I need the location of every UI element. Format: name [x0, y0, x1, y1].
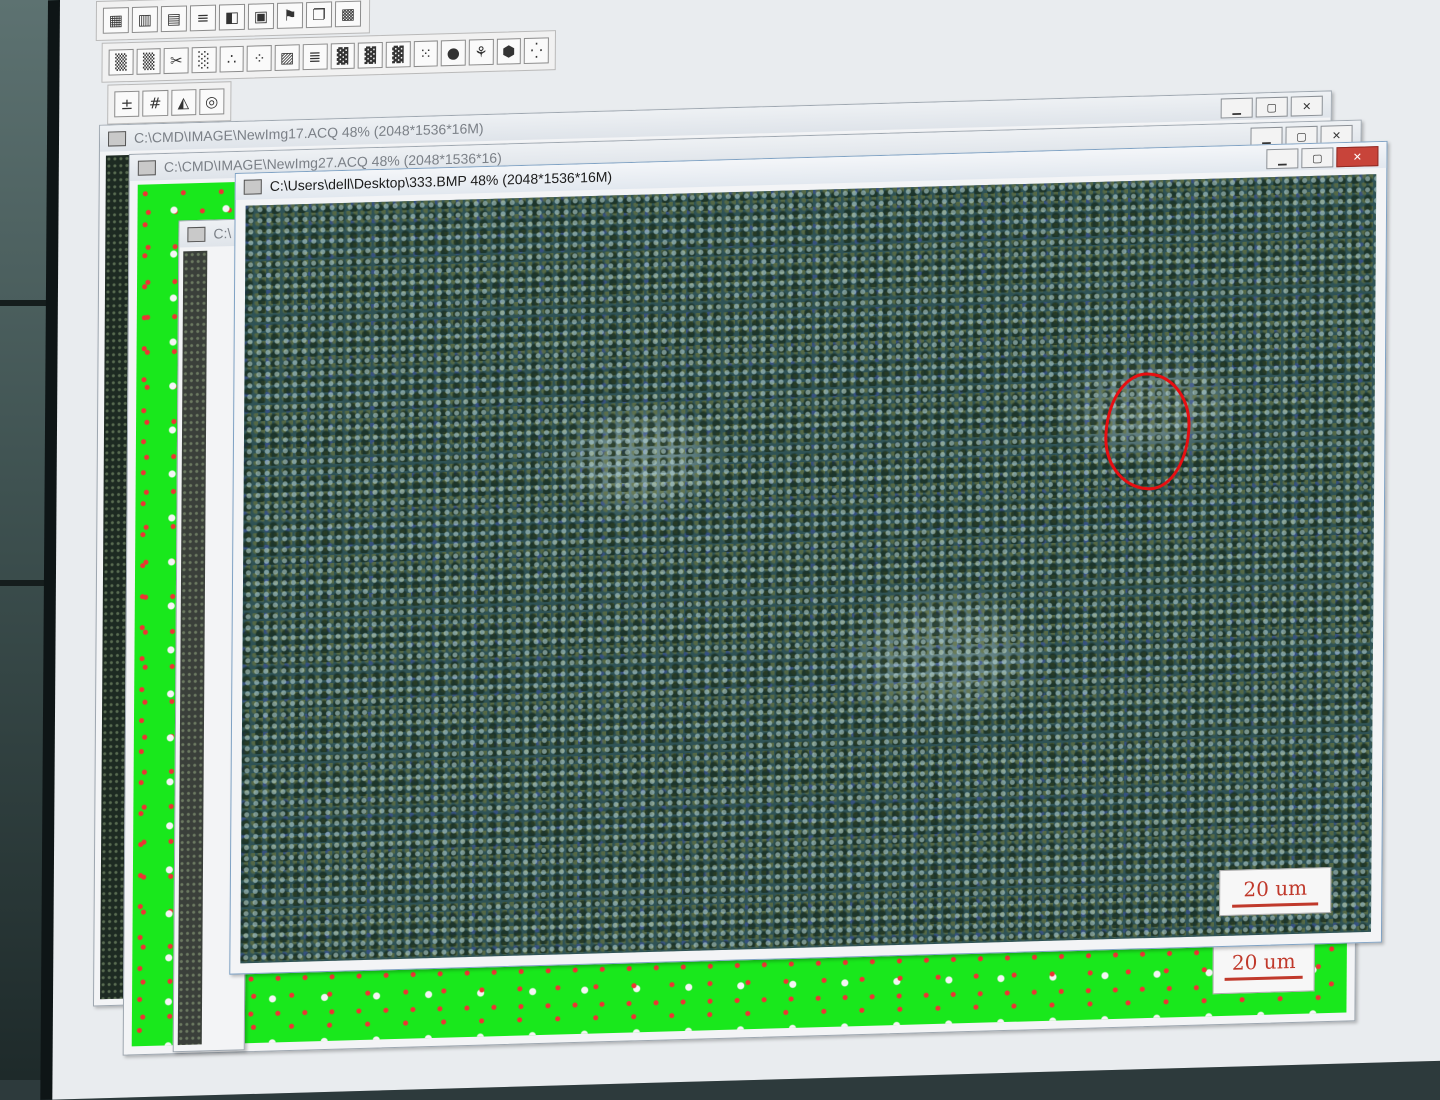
bars-icon[interactable]: ▥	[131, 6, 158, 33]
scale-bar-line	[1232, 902, 1319, 908]
report-icon[interactable]: ◎	[199, 88, 225, 116]
grain-icon[interactable]: ▒	[108, 48, 134, 76]
image-window-333[interactable]: C:\Users\dell\Desktop\333.BMP 48% (2048*…	[229, 140, 1388, 975]
annotation-circle	[1103, 371, 1191, 492]
noise-icon[interactable]: ▓	[385, 41, 411, 68]
camera-icon	[137, 159, 156, 176]
noise-icon[interactable]: ▓	[357, 41, 383, 69]
histogram-icon[interactable]: ▤	[160, 5, 188, 33]
color-map-icon[interactable]: ▨	[274, 44, 300, 71]
chart-icon[interactable]: ▦	[102, 7, 129, 34]
scale-bar-line	[1224, 975, 1303, 981]
scale-bar-label: 20 um	[1231, 948, 1296, 975]
mask-icon[interactable]: ✂	[163, 47, 189, 75]
minimize-button[interactable]: ▁	[1266, 148, 1299, 170]
grid-icon[interactable]: #	[142, 89, 168, 117]
camera-icon	[187, 226, 206, 242]
scale-bar: 20 um	[1219, 866, 1332, 917]
grain-icon[interactable]: ▒	[136, 48, 162, 75]
scatter-icon[interactable]: ⁙	[413, 40, 439, 68]
noise-icon[interactable]: ▓	[330, 42, 356, 70]
palette-icon[interactable]: ▩	[334, 0, 362, 28]
branch-icon[interactable]: ⚘	[468, 38, 494, 66]
points-icon[interactable]: ⁛	[524, 37, 549, 65]
toolbar-row-1: ▦ ▥ ▤ ≡ ◧ ▣ ⚑ ❐ ▩	[95, 0, 371, 41]
close-button[interactable]: ✕	[1290, 95, 1323, 117]
cell-icon[interactable]: ⬢	[496, 38, 522, 65]
close-button[interactable]: ✕	[1336, 146, 1379, 168]
levels-icon[interactable]: ≡	[189, 4, 217, 32]
window-title: C:\Users\dell\Desktop\333.BMP 48% (2048*…	[269, 168, 613, 195]
dots-icon[interactable]: ∴	[219, 45, 245, 73]
particles-icon[interactable]: ⁘	[247, 45, 272, 72]
stack-icon[interactable]: ❐	[305, 1, 333, 29]
toolbar-row-3: ± # ◭ ◎	[107, 81, 232, 125]
monitor-screen: ▦ ▥ ▤ ≡ ◧ ▣ ⚑ ❐ ▩ ▒ ▒ ✂ ░ ∴ ⁘ ▨ ≣ ▓ ▓ ▓ ⁙ ● ⚘ ⬢ ⁛ ± # ◭ ◎ C:\CMD\I…	[52, 0, 1440, 1100]
window-controls: ▁ ▢ ✕	[1220, 95, 1323, 119]
scale-bar-label: 20 um	[1243, 875, 1308, 902]
window-controls: ▁ ▢ ✕	[1266, 146, 1379, 170]
maximize-button[interactable]: ▢	[1255, 96, 1288, 118]
blob-icon[interactable]: ●	[440, 39, 466, 67]
measure-icon[interactable]: ±	[114, 90, 140, 118]
micrograph-image: 20 um	[240, 174, 1377, 964]
maximize-button[interactable]: ▢	[1301, 147, 1334, 169]
camera-icon	[243, 178, 262, 195]
flag-icon[interactable]: ⚑	[276, 2, 304, 29]
plot-icon[interactable]: ◭	[170, 89, 197, 116]
contrast-icon[interactable]: ◧	[218, 3, 246, 31]
camera-icon	[107, 130, 127, 147]
texture-icon[interactable]: ░	[191, 46, 217, 74]
window-title: C:\	[213, 225, 232, 242]
table-icon[interactable]: ▣	[247, 3, 275, 30]
window-title: C:\CMD\IMAGE\NewImg17.ACQ 48% (2048*1536…	[134, 120, 484, 146]
minimize-button[interactable]: ▁	[1220, 97, 1253, 119]
lines-icon[interactable]: ≣	[302, 43, 328, 71]
micrograph-image	[177, 250, 208, 1046]
